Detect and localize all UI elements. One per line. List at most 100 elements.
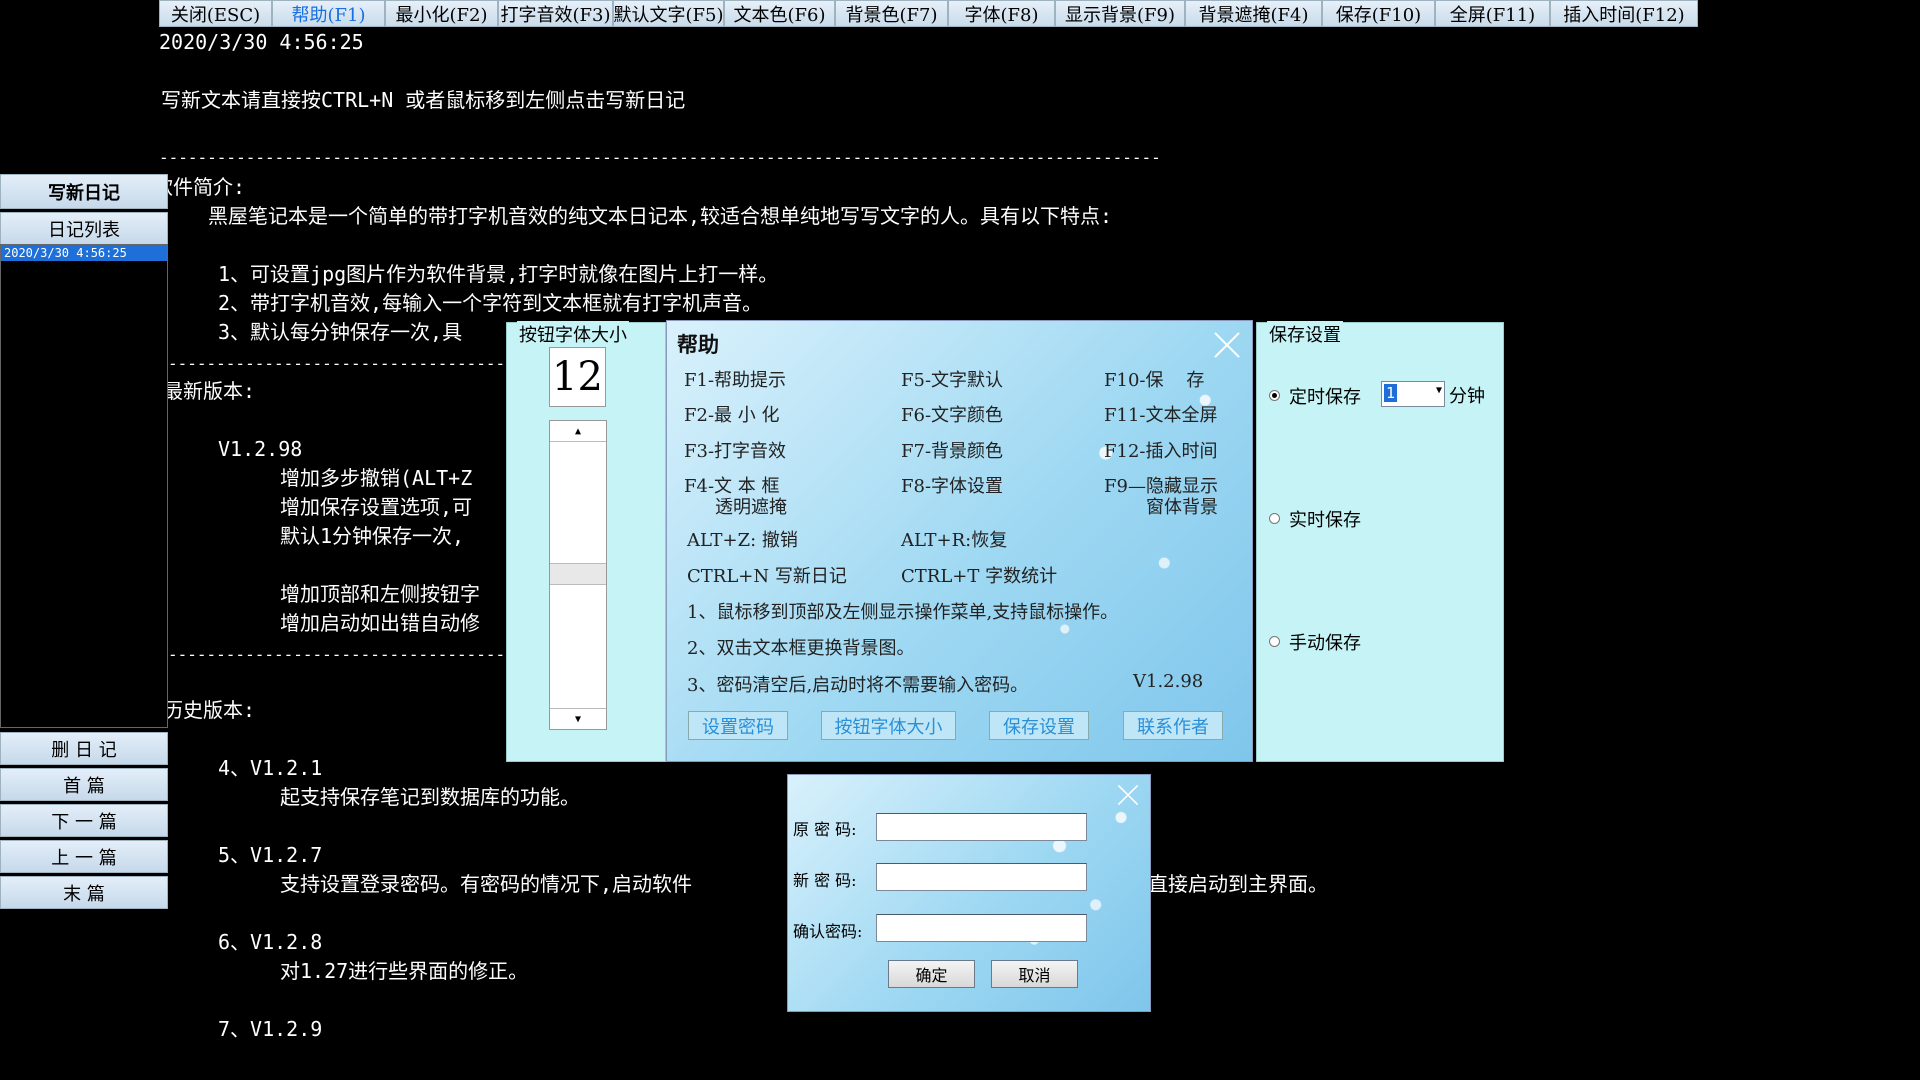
save-settings-button[interactable]: 保存设置	[989, 711, 1089, 740]
font-size-title: 按钮字体大小	[517, 321, 629, 347]
bg-mask-button[interactable]: 背景遮掩(F4)	[1185, 0, 1322, 27]
bg-color-button[interactable]: 背景色(F7)	[835, 0, 948, 27]
prev-button[interactable]: 上 一 篇	[0, 840, 168, 873]
help-new-diary: CTRL+N 写新日记	[687, 566, 847, 587]
feature-2: 2、带打字机音效,每输入一个字符到文本框就有打字机声音。	[218, 291, 763, 315]
minutes-select[interactable]: 1 ▼	[1381, 381, 1445, 407]
help-redo: ALT+R:恢复	[901, 530, 1008, 551]
help-note-2: 2、双击文本框更换背景图。	[687, 638, 915, 659]
save-button[interactable]: 保存(F10)	[1322, 0, 1435, 27]
help-f6: F6-文字颜色	[901, 405, 1004, 426]
delete-diary-button[interactable]: 删 日 记	[0, 732, 168, 765]
contact-author-button[interactable]: 联系作者	[1123, 711, 1223, 740]
help-f11: F11-文本全屏	[1104, 405, 1218, 426]
minutes-value: 1	[1384, 384, 1398, 402]
latest-line-1: 增加多步撤销(ALT+Z	[280, 466, 473, 490]
history-4-text: 起支持保存笔记到数据库的功能。	[280, 785, 580, 809]
latest-version: V1.2.98	[218, 437, 303, 461]
ok-button[interactable]: 确定	[888, 960, 975, 988]
help-f4-sub: 透明遮掩	[715, 497, 787, 518]
top-toolbar: 关闭(ESC) 帮助(F1) 最小化(F2) 打字音效(F3) 默认文字(F5) 文本色(…	[159, 0, 1698, 27]
help-f2: F2-最 小 化	[684, 405, 780, 426]
scroll-thumb[interactable]	[550, 563, 606, 585]
text-color-button[interactable]: 文本色(F6)	[724, 0, 835, 27]
new-password-field[interactable]	[876, 863, 1087, 891]
help-dialog: 帮助 F1-帮助提示 F2-最 小 化 F3-打字音效 F4-文 本 框 透明遮…	[666, 320, 1253, 762]
history-4-title: 4、V1.2.1	[218, 756, 323, 780]
close-button[interactable]: 关闭(ESC)	[159, 0, 272, 27]
help-f1: F1-帮助提示	[684, 370, 787, 391]
minimize-button[interactable]: 最小化(F2)	[385, 0, 498, 27]
first-button[interactable]: 首 篇	[0, 768, 168, 801]
chevron-down-icon[interactable]: ▼	[1436, 385, 1442, 396]
help-note-3: 3、密码清空后,启动时将不需要输入密码。	[687, 675, 1029, 696]
realtime-save-label: 实时保存	[1289, 510, 1361, 531]
scroll-down-arrow-icon[interactable]: ▼	[550, 708, 606, 729]
show-bg-button[interactable]: 显示背景(F9)	[1055, 0, 1185, 27]
latest-heading: 最新版本:	[163, 379, 256, 403]
help-f9-sub: 窗体背景	[1146, 497, 1218, 518]
old-password-field[interactable]	[876, 813, 1087, 841]
new-password-label: 新 密 码:	[793, 871, 857, 890]
help-f7: F7-背景颜色	[901, 441, 1004, 462]
history-heading: 历史版本:	[163, 698, 256, 722]
help-undo: ALT+Z: 撤销	[687, 530, 798, 551]
help-f12: F12-插入时间	[1104, 441, 1218, 462]
font-size-value: 12	[549, 347, 606, 407]
help-word-count: CTRL+T 字数统计	[901, 566, 1058, 587]
font-size-panel: 按钮字体大小 12 ▲ ▼	[506, 321, 666, 762]
insert-time-button[interactable]: 插入时间(F12)	[1550, 0, 1698, 27]
history-6-title: 6、V1.2.8	[218, 930, 323, 954]
font-button[interactable]: 字体(F8)	[948, 0, 1055, 27]
timed-save-label: 定时保存	[1289, 387, 1361, 408]
history-6-text: 对1.27进行些界面的修正。	[280, 959, 529, 983]
help-version: V1.2.98	[1133, 671, 1204, 692]
manual-save-label: 手动保存	[1289, 633, 1361, 654]
typing-sound-button[interactable]: 打字音效(F3)	[498, 0, 613, 27]
hint-line: 写新文本请直接按CTRL+N 或者鼠标移到左侧点击写新日记	[161, 88, 686, 112]
scroll-up-arrow-icon[interactable]: ▲	[550, 421, 606, 442]
next-button[interactable]: 下 一 篇	[0, 804, 168, 837]
confirm-password-field[interactable]	[876, 914, 1087, 942]
save-settings-panel: 保存设置 定时保存 1 ▼ 分钟 实时保存 手动保存	[1256, 321, 1504, 762]
diary-list-button[interactable]: 日记列表	[0, 212, 168, 245]
new-diary-button[interactable]: 写新日记	[0, 174, 168, 209]
cancel-button[interactable]: 取消	[991, 960, 1078, 988]
fullscreen-button[interactable]: 全屏(F11)	[1435, 0, 1550, 27]
font-size-scrollbar[interactable]: ▲ ▼	[549, 420, 607, 730]
set-password-button[interactable]: 设置密码	[688, 711, 788, 740]
history-7-title: 7、V1.2.9	[218, 1017, 323, 1041]
timed-save-radio[interactable]	[1269, 390, 1280, 401]
divider-line-3: -----------------------------------	[168, 645, 506, 664]
help-button[interactable]: 帮助(F1)	[272, 0, 385, 27]
left-panel: 写新日记 日记列表 2020/3/30 4:56:25 删 日 记 首 篇 下 …	[0, 172, 168, 909]
help-title: 帮助	[677, 332, 719, 357]
divider-line: ----------------------------------------…	[159, 148, 1161, 167]
timestamp-line: 2020/3/30 4:56:25	[159, 30, 364, 54]
default-text-button[interactable]: 默认文字(F5)	[613, 0, 724, 27]
save-settings-title: 保存设置	[1267, 321, 1343, 347]
close-icon[interactable]	[1212, 330, 1242, 360]
help-f8: F8-字体设置	[901, 476, 1004, 497]
last-button[interactable]: 末 篇	[0, 876, 168, 909]
close-icon[interactable]	[1116, 783, 1140, 807]
manual-save-radio[interactable]	[1269, 636, 1280, 647]
latest-line-3: 默认1分钟保存一次,	[280, 524, 465, 548]
latest-line-5: 增加启动如出错自动修	[280, 611, 480, 635]
history-5-title: 5、V1.2.7	[218, 843, 323, 867]
latest-line-2: 增加保存设置选项,可	[280, 495, 473, 519]
password-dialog: 原 密 码: 新 密 码: 确认密码: 确定 取消	[787, 774, 1151, 1012]
realtime-save-radio[interactable]	[1269, 513, 1280, 524]
old-password-label: 原 密 码:	[793, 820, 857, 839]
feature-1: 1、可设置jpg图片作为软件背景,打字时就像在图片上打一样。	[218, 262, 779, 286]
history-5-text: 支持设置登录密码。有密码的情况下,启动软件	[280, 872, 693, 896]
feature-3: 3、默认每分钟保存一次,具	[218, 320, 463, 344]
diary-list[interactable]: 2020/3/30 4:56:25	[0, 244, 168, 728]
latest-line-4: 增加顶部和左侧按钮字	[280, 582, 480, 606]
divider-line-2: -----------------------------------	[168, 354, 506, 373]
help-note-1: 1、鼠标移到顶部及左侧显示操作菜单,支持鼠标操作。	[687, 602, 1119, 623]
list-item[interactable]: 2020/3/30 4:56:25	[1, 245, 167, 261]
help-f5: F5-文字默认	[901, 370, 1004, 391]
help-f3: F3-打字音效	[684, 441, 787, 462]
button-font-size-button[interactable]: 按钮字体大小	[821, 711, 956, 740]
